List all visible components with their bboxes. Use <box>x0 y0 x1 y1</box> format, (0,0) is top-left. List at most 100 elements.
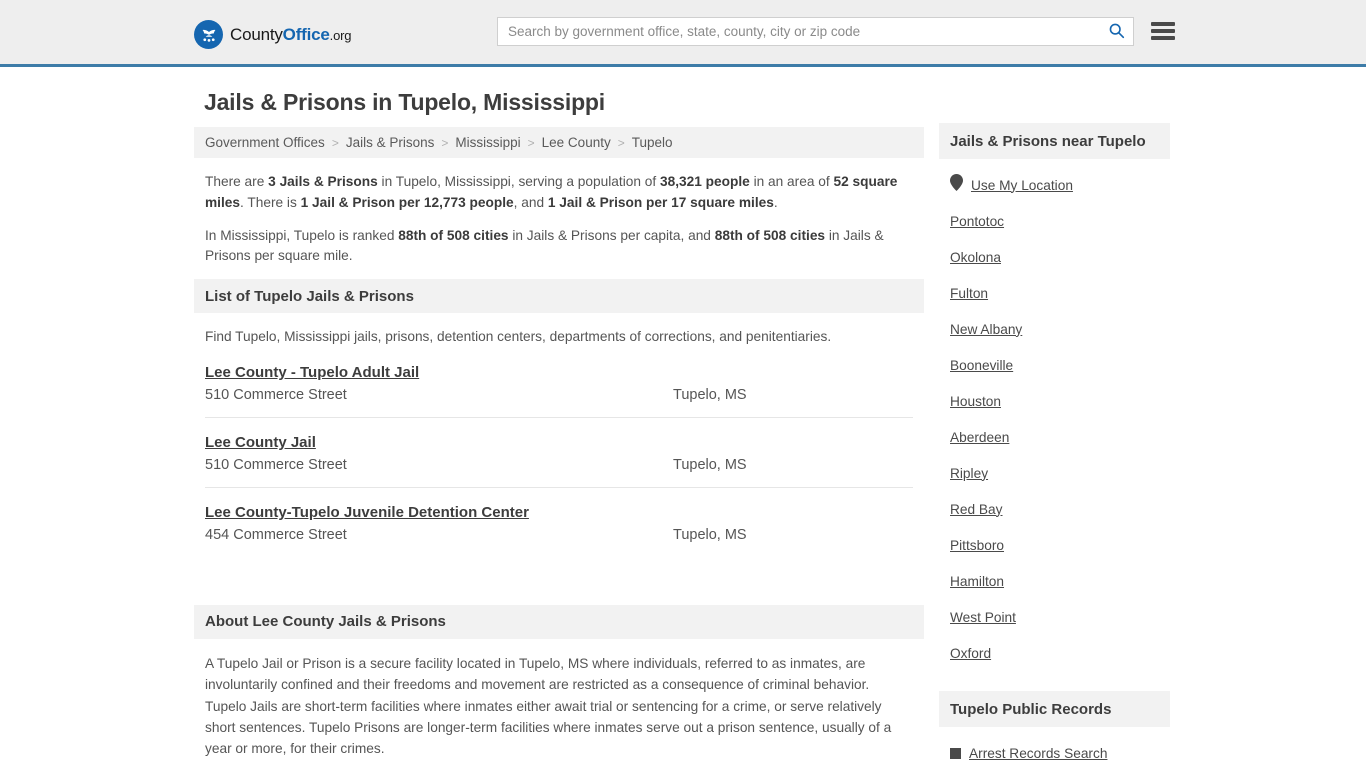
stat-text: in an area of <box>749 174 834 189</box>
sidebar-public-records-heading: Tupelo Public Records <box>939 691 1170 727</box>
sidebar-link[interactable]: Houston <box>950 394 1001 409</box>
logo-text-org: .org <box>329 27 352 43</box>
sidebar-link[interactable]: West Point <box>950 610 1016 625</box>
square-bullet-icon <box>950 747 961 759</box>
table-row[interactable]: Lee County - Tupelo Adult Jail 510 Comme… <box>205 348 913 418</box>
breadcrumb-separator-icon: > <box>441 135 449 150</box>
table-row[interactable]: Lee County Jail 510 Commerce Street Tupe… <box>205 418 913 488</box>
sidebar-item-pittsboro[interactable]: Pittsboro <box>950 527 1159 563</box>
breadcrumb-item-jails-prisons[interactable]: Jails & Prisons <box>346 135 435 150</box>
sidebar-item-pontotoc[interactable]: Pontotoc <box>950 203 1159 239</box>
logo-text-office: Office <box>282 24 330 44</box>
hamburger-bar <box>1151 36 1175 40</box>
stat-text: , and <box>513 194 548 210</box>
sidebar-item-okolona[interactable]: Okolona <box>950 239 1159 275</box>
sidebar-item-ripley[interactable]: Ripley <box>950 455 1159 491</box>
listing-name-link[interactable]: Lee County - Tupelo Adult Jail <box>205 364 419 381</box>
search-button[interactable] <box>1099 18 1133 45</box>
sidebar-link[interactable]: Okolona <box>950 250 1001 265</box>
about-section-body: A Tupelo Jail or Prison is a secure faci… <box>194 639 924 768</box>
sidebar-item-booneville[interactable]: Booneville <box>950 347 1159 383</box>
main-content-column: Government Offices > Jails & Prisons > M… <box>194 127 924 768</box>
breadcrumb-item-lee-county[interactable]: Lee County <box>542 135 611 150</box>
sidebar-public-records-block: Tupelo Public Records Arrest Records Sea… <box>939 691 1170 768</box>
sidebar-item-hamilton[interactable]: Hamilton <box>950 563 1159 599</box>
sidebar-link-arrest-records-search[interactable]: Arrest Records Search <box>969 746 1107 761</box>
sidebar-link[interactable]: Pontotoc <box>950 214 1004 229</box>
stat-value-population: 38,321 people <box>659 174 750 189</box>
listing-name-link[interactable]: Lee County-Tupelo Juvenile Detention Cen… <box>205 504 529 521</box>
sidebar-link[interactable]: Ripley <box>950 466 988 481</box>
breadcrumb-item-mississippi[interactable]: Mississippi <box>455 135 520 150</box>
stat-value-per-capita: 1 Jail & Prison per 12,773 people <box>300 194 514 210</box>
county-office-eagle-logo-icon <box>194 20 223 49</box>
listing-city-state: Tupelo, MS <box>673 456 747 473</box>
hamburger-bar <box>1151 29 1175 33</box>
sidebar-item-red-bay[interactable]: Red Bay <box>950 491 1159 527</box>
sidebar-item-new-albany[interactable]: New Albany <box>950 311 1159 347</box>
sidebar-public-records-list: Arrest Records Search <box>939 727 1170 768</box>
listing-city-state: Tupelo, MS <box>673 386 747 403</box>
breadcrumb-item-tupelo[interactable]: Tupelo <box>632 135 673 150</box>
table-row[interactable]: Lee County-Tupelo Juvenile Detention Cen… <box>205 488 913 557</box>
stat-text: . There is <box>240 194 301 210</box>
statistics-paragraph-1: There are 3 Jails & Prisons in Tupelo, M… <box>205 172 913 214</box>
sidebar-item-oxford[interactable]: Oxford <box>950 635 1159 671</box>
site-header: CountyOffice.org <box>0 0 1366 67</box>
statistics-section: There are 3 Jails & Prisons in Tupelo, M… <box>194 158 924 267</box>
sidebar-link[interactable]: Aberdeen <box>950 430 1009 445</box>
breadcrumb: Government Offices > Jails & Prisons > M… <box>194 127 924 158</box>
sidebar-item-fulton[interactable]: Fulton <box>950 275 1159 311</box>
breadcrumb-separator-icon: > <box>527 135 535 150</box>
sidebar-link[interactable]: Red Bay <box>950 502 1003 517</box>
stat-text: in Tupelo, Mississippi, serving a popula… <box>377 174 660 189</box>
sidebar-item-aberdeen[interactable]: Aberdeen <box>950 419 1159 455</box>
sidebar-link[interactable]: Hamilton <box>950 574 1004 589</box>
logo-text-county: County <box>230 24 283 44</box>
stat-text: In Mississippi, Tupelo is ranked <box>205 227 399 243</box>
sidebar-link[interactable]: Fulton <box>950 286 988 301</box>
listing-city-state: Tupelo, MS <box>673 526 747 543</box>
stat-text: in Jails & Prisons per capita, and <box>508 227 715 243</box>
listing-address: 510 Commerce Street <box>205 386 347 403</box>
page-title: Jails & Prisons in Tupelo, Mississippi <box>204 89 605 115</box>
list-section-intro: Find Tupelo, Mississippi jails, prisons,… <box>205 329 832 345</box>
sidebar-link[interactable]: New Albany <box>950 322 1022 337</box>
breadcrumb-item-government-offices[interactable]: Government Offices <box>205 135 325 150</box>
site-logo-text: CountyOffice.org <box>230 25 351 45</box>
site-logo[interactable]: CountyOffice.org <box>194 20 351 49</box>
sidebar: Jails & Prisons near Tupelo Use My Locat… <box>939 123 1170 768</box>
stat-value-rank-capita: 88th of 508 cities <box>398 227 509 243</box>
jails-listing: Lee County - Tupelo Adult Jail 510 Comme… <box>194 348 924 557</box>
about-section-heading: About Lee County Jails & Prisons <box>194 604 924 639</box>
breadcrumb-separator-icon: > <box>331 135 339 150</box>
sidebar-item-use-my-location[interactable]: Use My Location <box>950 167 1159 203</box>
hamburger-bar <box>1151 22 1175 26</box>
hamburger-menu-icon[interactable] <box>1151 20 1175 42</box>
stat-value-rank-area: 88th of 508 cities <box>714 227 826 243</box>
stat-text: There are <box>205 174 269 189</box>
list-section-heading: List of Tupelo Jails & Prisons <box>194 279 924 314</box>
about-paragraph: A Tupelo Jail or Prison is a secure faci… <box>205 655 892 757</box>
sidebar-link[interactable]: Pittsboro <box>950 538 1004 553</box>
listing-address: 510 Commerce Street <box>205 456 347 473</box>
listing-name-link[interactable]: Lee County Jail <box>205 434 316 451</box>
search-bar[interactable] <box>497 17 1134 46</box>
sidebar-link[interactable]: Oxford <box>950 646 991 661</box>
stat-text: . <box>773 194 778 210</box>
sidebar-item-houston[interactable]: Houston <box>950 383 1159 419</box>
breadcrumb-separator-icon: > <box>617 135 625 150</box>
statistics-paragraph-2: In Mississippi, Tupelo is ranked 88th of… <box>205 226 913 268</box>
search-input[interactable] <box>498 18 1099 45</box>
stat-value-per-area: 1 Jail & Prison per 17 square miles <box>547 194 774 210</box>
sidebar-link[interactable]: Booneville <box>950 358 1013 373</box>
stat-value-jail-count: 3 Jails & Prisons <box>268 174 378 189</box>
search-icon <box>1108 22 1125 42</box>
sidebar-nearby-list: Use My Location Pontotoc Okolona Fulton … <box>939 159 1170 671</box>
sidebar-link-use-my-location[interactable]: Use My Location <box>971 178 1073 193</box>
sidebar-item-arrest-records-search[interactable]: Arrest Records Search <box>950 735 1159 768</box>
sidebar-item-west-point[interactable]: West Point <box>950 599 1159 635</box>
map-pin-icon <box>950 174 963 196</box>
sidebar-nearby-heading: Jails & Prisons near Tupelo <box>939 123 1170 159</box>
